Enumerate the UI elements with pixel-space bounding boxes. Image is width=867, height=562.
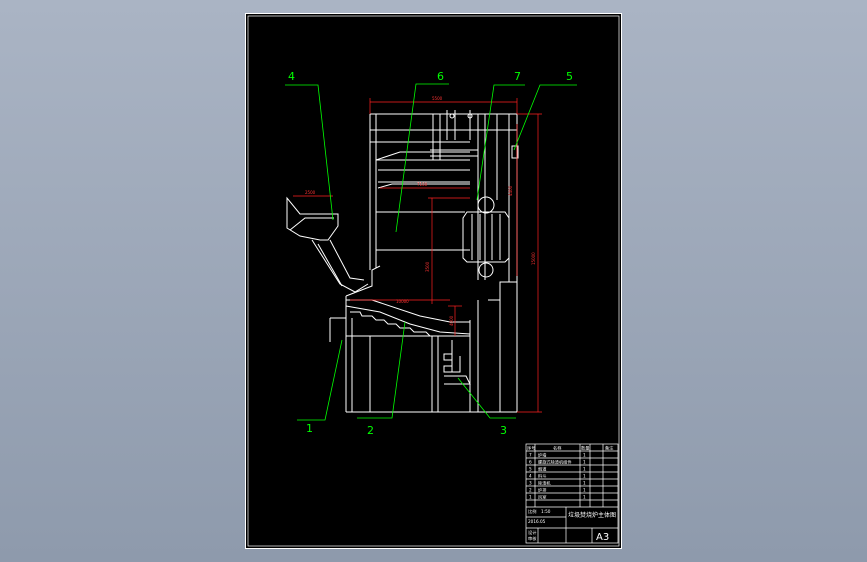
tb-row-name: 风室 [538, 494, 546, 501]
tb-row-name: 烟道 [538, 466, 547, 473]
tb-row-qty: 1 [583, 474, 586, 479]
tb-row-name: 炉墙 [538, 452, 546, 459]
callout-2: 2 [367, 424, 374, 437]
dim-inner-width: 7100 [417, 182, 428, 187]
tb-header-no: 序号 [527, 445, 535, 452]
tb-row-qty: 1 [583, 488, 586, 493]
callout-5: 5 [566, 70, 573, 83]
tb-row-name: 料斗 [538, 473, 546, 480]
tb-header-name: 名称 [553, 445, 561, 452]
tb-row-qty: 1 [583, 460, 586, 465]
feed-hopper [286, 196, 369, 293]
callout-6: 6 [437, 70, 444, 83]
tb-row-no: 2 [529, 488, 532, 493]
dim-hopper-width: 2500 [305, 190, 316, 195]
grate-and-ash-structure [329, 265, 518, 413]
callout-3: 3 [500, 424, 507, 437]
tb-drawing-title: 垃圾焚烧炉主体图 [568, 511, 616, 519]
tb-row-no: 7 [529, 453, 532, 458]
tb-row-no: 3 [529, 481, 532, 486]
tb-row-no: 1 [529, 495, 532, 500]
dim-upper-height: 4400 [508, 185, 513, 196]
tb-scale-label: 比例 [528, 508, 536, 515]
furnace-body [369, 110, 519, 301]
tb-row-qty: 1 [583, 467, 586, 472]
tb-sheet-size: A3 [596, 532, 609, 543]
tb-designer-label: 设计 [528, 529, 536, 536]
tb-scale: 1:50 [541, 509, 551, 514]
tb-row-no: 6 [529, 460, 532, 465]
dim-overall-height: 15000 [531, 252, 536, 265]
callout-4: 4 [288, 70, 295, 83]
tb-header-qty: 数量 [581, 445, 589, 452]
tb-row-qty: 1 [583, 495, 586, 500]
callout-leaders [285, 83, 577, 421]
tb-row-name: 炉排 [538, 487, 547, 494]
dimension-lines [293, 98, 542, 413]
tb-row-no: 5 [529, 467, 532, 472]
title-block: 序号 名称 数量 备注 7 炉墙 1 6 螺旋式除渣机组件 1 5 烟道 1 4… [525, 443, 619, 544]
dim-mid-height: 3500 [425, 261, 430, 272]
callout-7: 7 [514, 70, 521, 83]
dim-grate-length: 10000 [396, 299, 409, 304]
tb-header-remark: 备注 [605, 445, 614, 452]
tb-row-qty: 1 [583, 481, 586, 486]
dim-lower-height: 4000 [449, 315, 454, 326]
tb-row-no: 4 [529, 474, 532, 479]
tb-row-qty: 1 [583, 453, 586, 458]
tb-row-name: 螺旋式除渣机组件 [538, 459, 572, 466]
callout-1: 1 [306, 422, 313, 435]
tb-checker-label: 审核 [528, 535, 537, 542]
boiler-tube-bank [462, 196, 510, 278]
dim-top-width: 5500 [432, 96, 443, 101]
tb-row-name: 除渣机 [538, 480, 551, 487]
cad-drawing: 5500 2500 7100 4400 15000 3500 10000 400… [247, 15, 620, 547]
tb-date: 2016.05 [528, 519, 546, 524]
